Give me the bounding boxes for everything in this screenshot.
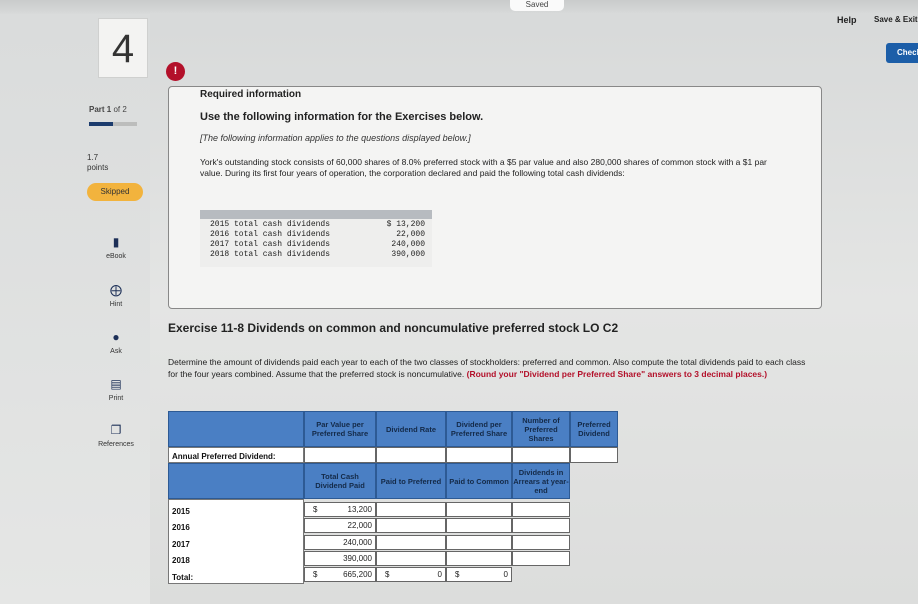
col-arrears: Dividends in Arrears at year-end bbox=[512, 463, 570, 499]
paid-common-input[interactable] bbox=[446, 535, 512, 550]
print-label: Print bbox=[108, 395, 124, 402]
use-info-heading: Use the following information for the Ex… bbox=[200, 111, 484, 123]
points-value: 1.7 bbox=[87, 153, 99, 162]
print-tool[interactable]: ▤ Print bbox=[86, 377, 146, 403]
number-shares-input[interactable] bbox=[512, 447, 570, 463]
saved-indicator: Saved bbox=[510, 0, 564, 11]
col-paid-common: Paid to Common bbox=[446, 463, 512, 499]
col-dividend-per-share: Dividend per Preferred Share bbox=[446, 411, 512, 447]
col-paid-preferred: Paid to Preferred bbox=[376, 463, 446, 499]
info-paragraph: York's outstanding stock consists of 60,… bbox=[200, 157, 767, 178]
total-sum-value: 665,200 bbox=[343, 570, 372, 579]
col-par-value: Par Value per Preferred Share bbox=[304, 411, 376, 447]
paid-preferred-input[interactable] bbox=[376, 535, 446, 550]
dividend-amount: 22,000 bbox=[396, 230, 425, 239]
total-label: Total: bbox=[172, 573, 194, 582]
hint-tool[interactable]: ⨁ Hint bbox=[86, 283, 146, 309]
part-indicator: Part 1 of 2 bbox=[89, 105, 127, 114]
total-cash-value: 13,200 bbox=[347, 505, 372, 514]
help-link[interactable]: Help bbox=[837, 15, 857, 25]
copy-icon: ❐ bbox=[110, 423, 122, 437]
applies-note: [The following information applies to th… bbox=[200, 133, 471, 143]
top-bar bbox=[0, 0, 918, 14]
year-label: 2016 bbox=[172, 523, 190, 532]
alert-icon: ! bbox=[166, 62, 185, 81]
total-common-value: 0 bbox=[503, 570, 508, 579]
year-label: 2015 bbox=[172, 507, 190, 516]
dividend-amount: 390,000 bbox=[391, 250, 425, 259]
chat-bubble-icon: ● bbox=[112, 330, 120, 344]
currency-symbol: $ bbox=[455, 570, 460, 579]
paid-preferred-input[interactable] bbox=[376, 518, 446, 533]
rounding-note: (Round your "Dividend per Preferred Shar… bbox=[466, 369, 768, 379]
part-of: of 2 bbox=[113, 105, 127, 114]
exercise-instructions: Determine the amount of dividends paid e… bbox=[168, 356, 808, 380]
currency-symbol: $ bbox=[313, 505, 318, 514]
arrears-input[interactable] bbox=[512, 502, 570, 517]
dividend-per-share-input[interactable] bbox=[446, 447, 512, 463]
paid-common-input[interactable] bbox=[446, 551, 512, 566]
hint-label: Hint bbox=[109, 301, 123, 308]
ask-tool[interactable]: ● Ask bbox=[86, 330, 146, 356]
exercise-title: Exercise 11-8 Dividends on common and no… bbox=[168, 321, 619, 335]
part-progress-bar bbox=[89, 122, 137, 126]
total-preferred-value: 0 bbox=[437, 570, 442, 579]
status-badge: Skipped bbox=[87, 183, 143, 201]
preferred-dividend-input[interactable] bbox=[570, 447, 618, 463]
book-icon: ▮ bbox=[112, 235, 120, 249]
dividend-label: 2017 total cash dividends bbox=[210, 240, 331, 249]
total-cash-value: 390,000 bbox=[343, 554, 372, 563]
year-label: 2018 bbox=[172, 556, 190, 565]
annual-preferred-label: Annual Preferred Dividend: bbox=[172, 452, 276, 461]
paid-common-input[interactable] bbox=[446, 518, 512, 533]
col-preferred-dividend: Preferred Dividend bbox=[570, 411, 618, 447]
arrears-input[interactable] bbox=[512, 535, 570, 550]
part-progress-fill bbox=[89, 122, 113, 126]
save-exit-link[interactable]: Save & Exit bbox=[874, 15, 918, 24]
total-cash-value: 240,000 bbox=[343, 538, 372, 547]
total-cash-value: 22,000 bbox=[347, 521, 372, 530]
col-number-shares: Number of Preferred Shares bbox=[512, 411, 570, 447]
year-label: 2017 bbox=[172, 540, 190, 549]
part-current: 1 bbox=[106, 105, 112, 114]
points-label: points bbox=[87, 163, 109, 172]
paid-common-input[interactable] bbox=[446, 502, 512, 517]
dividend-amount: $ 13,200 bbox=[386, 220, 425, 229]
col-dividend-rate: Dividend Rate bbox=[376, 411, 446, 447]
check-button[interactable]: Check bbox=[886, 43, 918, 63]
references-tool[interactable]: ❐ References bbox=[86, 423, 146, 449]
dividend-label: 2018 total cash dividends bbox=[210, 250, 331, 259]
paid-preferred-input[interactable] bbox=[376, 502, 446, 517]
sidebar bbox=[0, 14, 150, 604]
references-label: References bbox=[98, 441, 134, 448]
ebook-label: eBook bbox=[106, 253, 126, 260]
dividend-amount: 240,000 bbox=[391, 240, 425, 249]
currency-symbol: $ bbox=[385, 570, 390, 579]
arrears-input[interactable] bbox=[512, 518, 570, 533]
currency-symbol: $ bbox=[313, 570, 318, 579]
required-info-heading: Required information bbox=[200, 89, 302, 100]
paid-preferred-input[interactable] bbox=[376, 551, 446, 566]
dividend-label: 2015 total cash dividends bbox=[210, 220, 331, 229]
part-label: Part bbox=[89, 105, 105, 114]
printer-icon: ▤ bbox=[110, 377, 122, 391]
col-total-cash: Total Cash Dividend Paid bbox=[304, 463, 376, 499]
ask-label: Ask bbox=[110, 348, 122, 355]
points: 1.7 points bbox=[87, 153, 108, 173]
lifebuoy-icon: ⨁ bbox=[110, 283, 122, 297]
par-value-input[interactable] bbox=[304, 447, 376, 463]
dividend-rate-input[interactable] bbox=[376, 447, 446, 463]
ebook-tool[interactable]: ▮ eBook bbox=[86, 235, 146, 261]
dividend-label: 2016 total cash dividends bbox=[210, 230, 331, 239]
question-number: 4 bbox=[98, 18, 148, 78]
arrears-input[interactable] bbox=[512, 551, 570, 566]
